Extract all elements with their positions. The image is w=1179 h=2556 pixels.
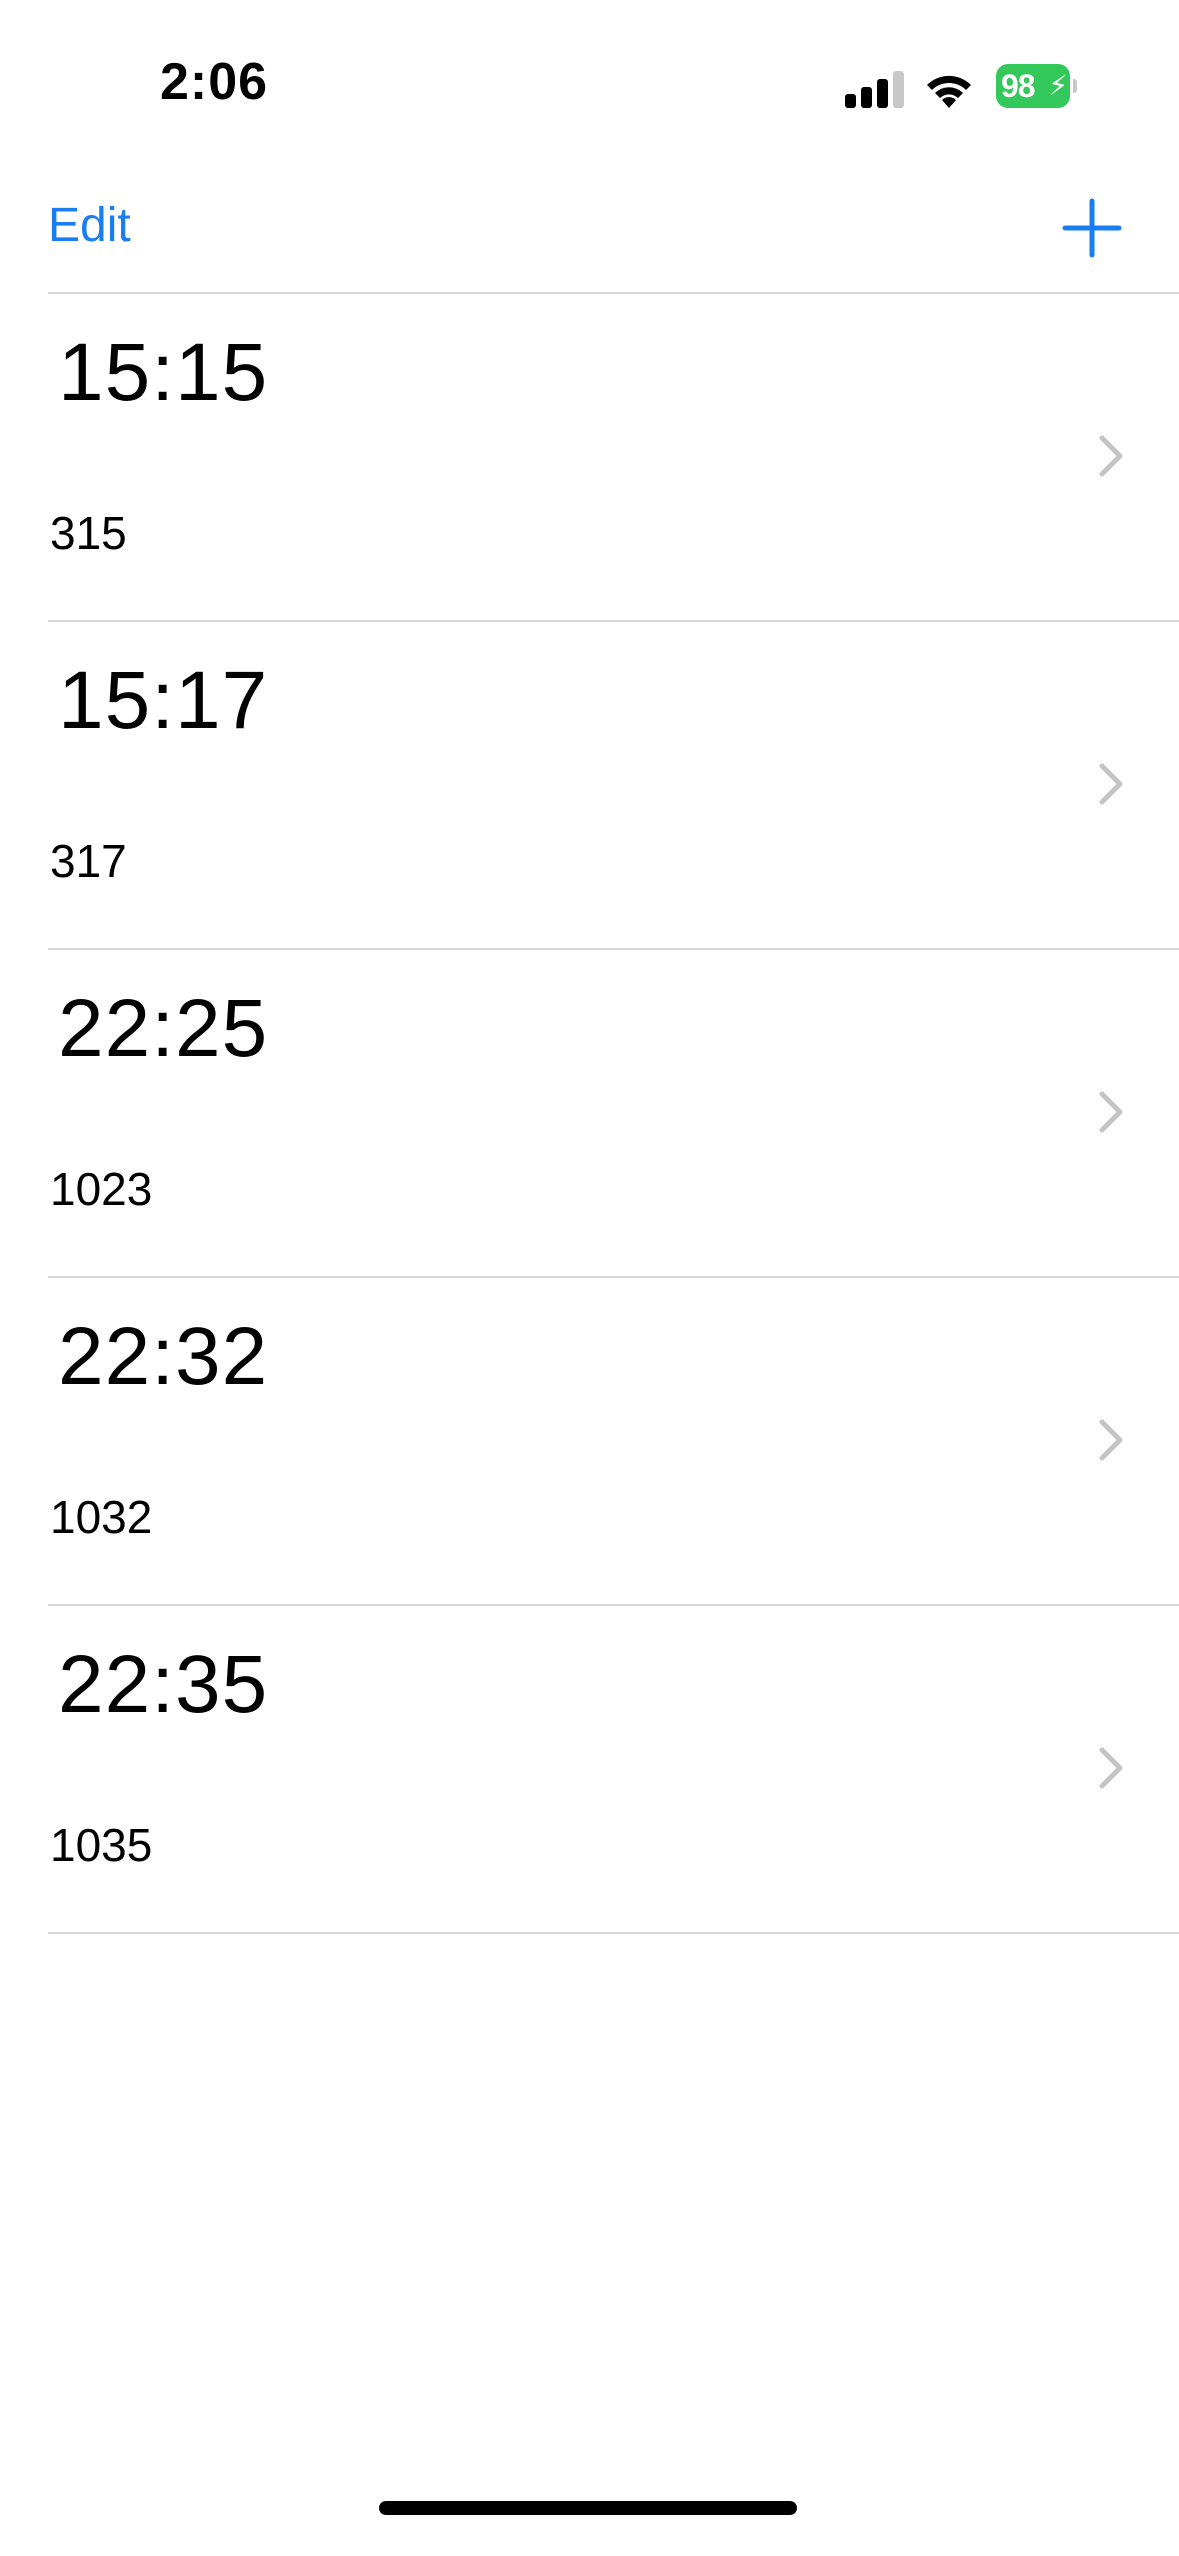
- alarm-time: 15:17: [58, 655, 269, 746]
- alarm-list: 15:15 315 15:17 317 22:25 1023 22:32 103…: [48, 292, 1179, 1934]
- alarm-row[interactable]: 15:15 315: [48, 294, 1179, 622]
- alarm-label: 1035: [50, 1819, 153, 1871]
- chevron-right-icon: [1099, 1747, 1123, 1789]
- status-bar: 2:06 98 ⚡: [0, 0, 1179, 150]
- alarm-label: 1023: [50, 1163, 153, 1215]
- chevron-right-icon: [1099, 1419, 1123, 1461]
- battery-level: 98: [1001, 68, 1036, 104]
- battery-icon: 98 ⚡: [996, 64, 1077, 108]
- status-time: 2:06: [160, 53, 269, 111]
- alarm-row[interactable]: 22:32 1032: [48, 1278, 1179, 1606]
- alarm-label: 1032: [50, 1491, 153, 1543]
- nav-bar: Edit: [0, 180, 1179, 290]
- chevron-right-icon: [1099, 435, 1123, 477]
- alarm-label: 317: [50, 835, 127, 887]
- plus-icon: [1062, 198, 1122, 258]
- chevron-right-icon: [1099, 763, 1123, 805]
- add-alarm-button[interactable]: [1062, 198, 1122, 258]
- alarm-time: 22:32: [58, 1311, 269, 1402]
- alarm-row[interactable]: 15:17 317: [48, 622, 1179, 950]
- edit-button[interactable]: Edit: [48, 198, 131, 253]
- alarm-time: 22:35: [58, 1639, 269, 1730]
- alarm-label: 315: [50, 507, 127, 559]
- alarm-time: 15:15: [58, 327, 269, 418]
- alarm-time: 22:25: [58, 983, 269, 1074]
- home-indicator[interactable]: [379, 2501, 797, 2515]
- alarm-row[interactable]: 22:25 1023: [48, 950, 1179, 1278]
- alarm-row[interactable]: 22:35 1035: [48, 1606, 1179, 1934]
- cellular-signal-icon: [845, 68, 905, 108]
- wifi-icon: [922, 66, 976, 110]
- chevron-right-icon: [1099, 1091, 1123, 1133]
- charging-bolt-icon: ⚡: [1048, 70, 1068, 101]
